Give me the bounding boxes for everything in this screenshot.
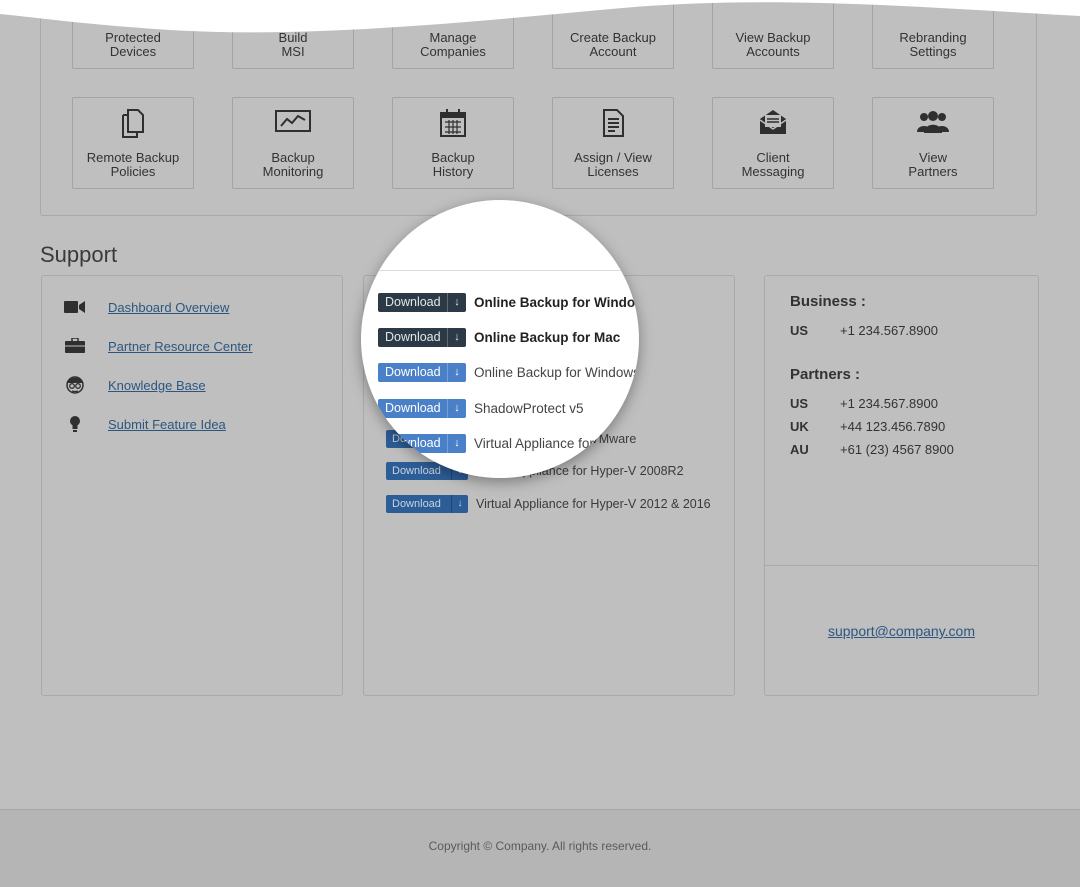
- support-links-panel: Dashboard Overview Partner Resource Cent…: [41, 275, 343, 696]
- download-button-label: Download: [385, 295, 441, 309]
- tile-assign-view-licenses[interactable]: Assign / View Licenses: [552, 97, 674, 189]
- download-arrow-icon: ↓: [447, 328, 466, 347]
- country-code: AU: [790, 442, 809, 457]
- download-button-label: Download: [385, 401, 441, 415]
- magnified-download-row: Download ↓ Virtual Appliance for VMware: [378, 434, 639, 453]
- tile-view-partners[interactable]: View Partners: [872, 97, 994, 189]
- download-arrow-icon: ↓: [447, 399, 466, 418]
- tile-label: Assign / View Licenses: [574, 150, 652, 179]
- phone-number: +1 234.567.8900: [840, 396, 938, 411]
- country-code: US: [790, 396, 809, 411]
- download-arrow-icon: ↓: [447, 293, 466, 312]
- tile-label: Client Messaging: [741, 150, 805, 179]
- documents-icon: [73, 108, 193, 138]
- calendar-icon: [393, 108, 513, 138]
- download-arrow-icon: ↓: [451, 494, 468, 513]
- support-link-submit-feature-idea[interactable]: Submit Feature Idea: [64, 414, 226, 434]
- envelope-icon: [713, 108, 833, 138]
- download-item-name: ShadowProtect v5: [474, 401, 584, 416]
- support-link-label[interactable]: Knowledge Base: [108, 378, 206, 393]
- business-title: Business :: [790, 293, 866, 310]
- tile-backup-history[interactable]: Backup History: [392, 97, 514, 189]
- briefcase-icon: [64, 337, 86, 355]
- phone-number: +1 234.567.8900: [840, 323, 938, 338]
- support-heading: Support: [40, 242, 118, 267]
- support-link-label[interactable]: Partner Resource Center: [108, 339, 253, 354]
- lightbulb-icon: [64, 415, 86, 433]
- download-item-name: Online Backup for Mac: [474, 330, 621, 345]
- download-button[interactable]: Download ↓: [378, 434, 466, 453]
- partner-phone-row: US +1 234.567.8900: [790, 396, 938, 411]
- partners-title: Partners :: [790, 366, 861, 383]
- partners-icon: [873, 108, 993, 138]
- download-button-label: Download: [385, 365, 441, 379]
- tile-client-messaging[interactable]: Client Messaging: [712, 97, 834, 189]
- support-link-knowledge-base[interactable]: Knowledge Base: [64, 375, 206, 395]
- top-wave-decoration: [0, 0, 1080, 33]
- magnifier-divider: [361, 270, 639, 271]
- copyright-text: Copyright © Company. All rights reserved…: [428, 839, 652, 853]
- download-arrow-icon: ↓: [447, 434, 466, 453]
- download-button-label: Download: [385, 436, 441, 450]
- magnified-download-row: Download ↓ Online Backup for Windows: [378, 293, 639, 312]
- tile-backup-monitoring[interactable]: Backup Monitoring: [232, 97, 354, 189]
- download-button-label: Download: [392, 464, 441, 477]
- magnified-download-row: Download ↓ Online Backup for Windows (MSI…: [378, 363, 639, 382]
- country-code: US: [790, 323, 809, 338]
- support-email-link[interactable]: support@company.com: [765, 623, 1038, 639]
- tile-label: View Partners: [908, 150, 958, 179]
- support-link-dashboard-overview[interactable]: Dashboard Overview: [64, 297, 229, 317]
- nerd-face-icon: [64, 376, 86, 394]
- download-row: Download ↓ Virtual Appliance for Hyper-V …: [386, 494, 711, 513]
- phone-number: +61 (23) 4567 8900: [840, 442, 954, 457]
- partner-phone-row: AU +61 (23) 4567 8900: [790, 442, 954, 457]
- contact-panel: Business : US +1 234.567.8900 Partners : …: [764, 275, 1039, 696]
- download-button[interactable]: Download ↓: [378, 328, 466, 347]
- tile-label: Remote Backup Policies: [86, 150, 180, 179]
- magnified-download-row: Download ↓ Online Backup for Mac: [378, 328, 620, 347]
- phone-number: +44 123.456.7890: [840, 419, 946, 434]
- video-camera-icon: [64, 298, 86, 316]
- download-button[interactable]: Download ↓: [386, 494, 468, 513]
- partner-phone-row: UK +44 123.456.7890: [790, 419, 945, 434]
- tile-label: Backup Monitoring: [262, 150, 324, 179]
- footer: Copyright © Company. All rights reserved…: [0, 809, 1080, 887]
- tile-remote-backup-policies[interactable]: Remote Backup Policies: [72, 97, 194, 189]
- business-phone-row: US +1 234.567.8900: [790, 323, 938, 338]
- license-document-icon: [553, 108, 673, 138]
- support-link-partner-resource-center[interactable]: Partner Resource Center: [64, 336, 253, 356]
- download-item-name: Online Backup for Windows (MSI): [474, 365, 639, 380]
- contact-divider: [765, 565, 1038, 566]
- download-button-label: Download: [392, 497, 441, 510]
- download-button[interactable]: Download ↓: [378, 363, 466, 382]
- download-button[interactable]: Download ↓: [378, 399, 466, 418]
- download-arrow-icon: ↓: [447, 363, 466, 382]
- country-code: UK: [790, 419, 809, 434]
- download-item-name: Virtual Appliance for Hyper-V 2012 & 201…: [476, 496, 711, 511]
- download-button-label: Download: [385, 330, 441, 344]
- tile-label: Backup History: [431, 150, 475, 179]
- support-link-label[interactable]: Submit Feature Idea: [108, 417, 226, 432]
- support-link-label[interactable]: Dashboard Overview: [108, 300, 229, 315]
- download-button[interactable]: Download ↓: [378, 293, 466, 312]
- magnifier-lens: Download ↓ Online Backup for Windows Down…: [361, 200, 639, 478]
- monitor-chart-icon: [233, 108, 353, 138]
- download-item-name: Online Backup for Windows: [474, 295, 639, 310]
- magnified-download-row: Download ↓ ShadowProtect v5: [378, 399, 584, 418]
- download-item-name: Virtual Appliance for VMware: [474, 436, 639, 451]
